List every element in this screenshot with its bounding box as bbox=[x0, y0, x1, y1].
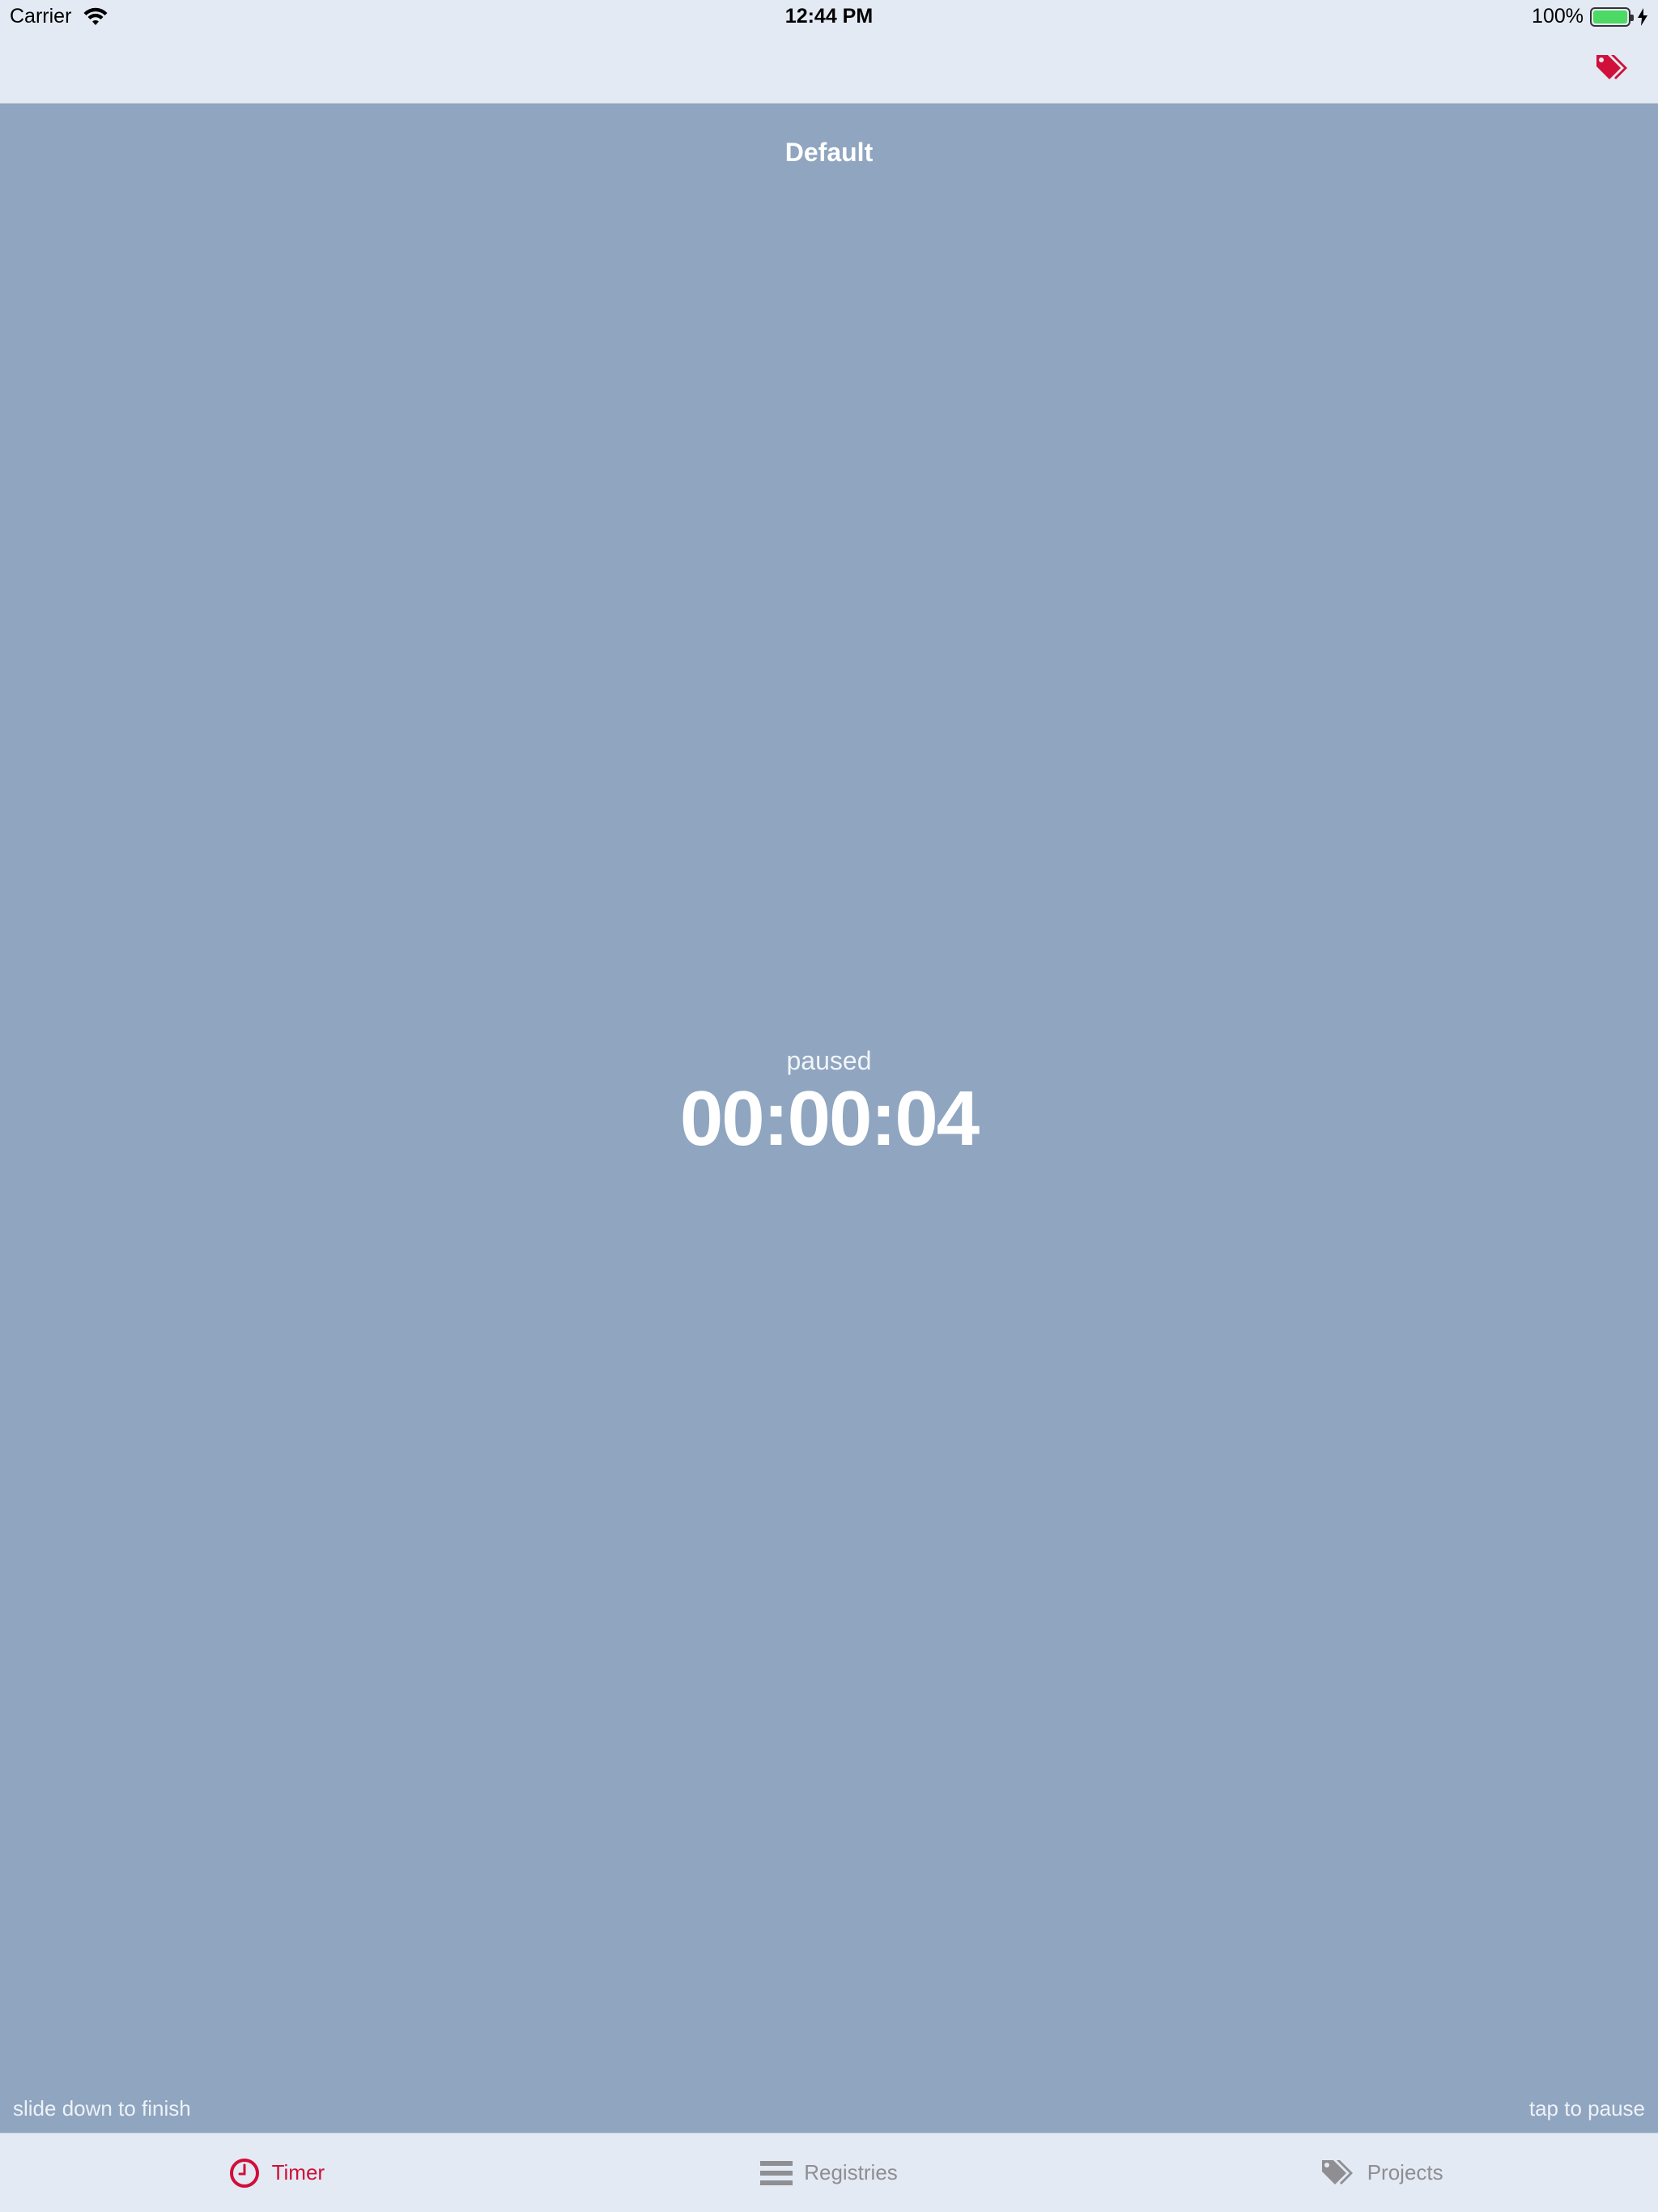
timer-state-label: paused bbox=[786, 1046, 872, 1075]
tab-bar: Timer Registries Projects bbox=[0, 2133, 1658, 2212]
tags-icon bbox=[1596, 55, 1627, 79]
tab-registries-label: Registries bbox=[804, 2160, 898, 2184]
tab-projects-label: Projects bbox=[1367, 2160, 1443, 2184]
tab-projects[interactable]: Projects bbox=[1105, 2133, 1658, 2212]
tap-to-pause-hint: tap to pause bbox=[1528, 2096, 1645, 2121]
status-bar: Carrier 12:44 PM 100% bbox=[0, 0, 1658, 34]
charging-bolt-icon bbox=[1638, 7, 1647, 26]
battery-icon bbox=[1590, 6, 1634, 27]
list-icon bbox=[760, 2160, 793, 2185]
timer-area[interactable]: Default paused 00:00:04 slide down to fi… bbox=[0, 104, 1658, 2133]
tab-timer[interactable]: Timer bbox=[0, 2133, 553, 2212]
battery-percent: 100% bbox=[1532, 5, 1584, 28]
tags-button[interactable] bbox=[1593, 50, 1629, 86]
navigation-bar bbox=[0, 34, 1658, 104]
status-time: 12:44 PM bbox=[784, 5, 874, 28]
tab-timer-label: Timer bbox=[271, 2160, 325, 2184]
slide-to-finish-hint: slide down to finish bbox=[13, 2096, 191, 2121]
tags-icon bbox=[1321, 2159, 1353, 2184]
battery-fill bbox=[1593, 10, 1627, 23]
tab-registries[interactable]: Registries bbox=[553, 2133, 1106, 2212]
clock-icon bbox=[229, 2158, 259, 2188]
screen: Carrier 12:44 PM 100% Default paused 00:… bbox=[0, 0, 1658, 2212]
battery-group: 100% bbox=[1532, 5, 1648, 28]
timer-display: paused 00:00:04 bbox=[0, 1044, 1658, 1161]
elapsed-time: 00:00:04 bbox=[679, 1075, 980, 1162]
project-title: Default bbox=[784, 138, 874, 167]
